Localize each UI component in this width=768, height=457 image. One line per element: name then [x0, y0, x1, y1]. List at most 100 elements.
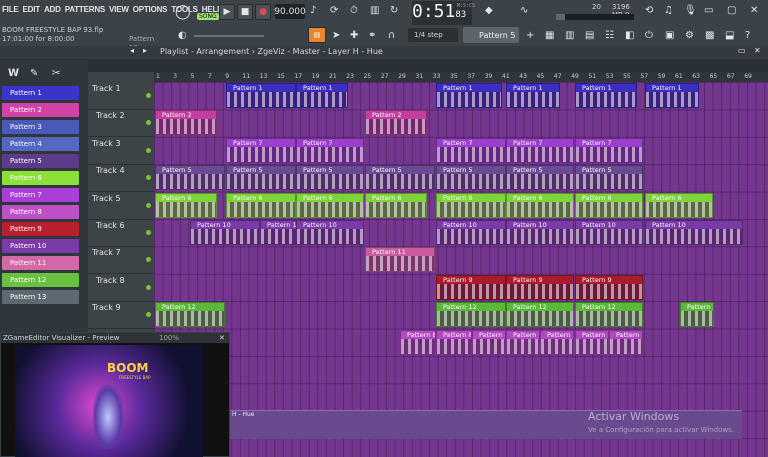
pattern-clip[interactable]: Pattern 6	[296, 192, 364, 218]
pattern-clip[interactable]: Pattern 10	[575, 220, 643, 245]
pattern-clip[interactable]: Pattern 8	[609, 329, 643, 355]
picker-tools-icon[interactable]: 𝗪	[8, 68, 19, 79]
pattern-clip[interactable]: Pattern 6	[645, 192, 713, 218]
track-mute-led[interactable]	[146, 175, 151, 181]
pattern-clip[interactable]: Pattern 5	[575, 165, 643, 191]
pattern-clip[interactable]: Pattern 9	[436, 274, 506, 300]
track-mute-led[interactable]	[146, 257, 151, 263]
picker-item[interactable]: Pattern 10	[2, 239, 79, 253]
pattern-clip[interactable]: Pattern 12	[436, 302, 506, 328]
track-header[interactable]: Track 3	[88, 137, 154, 165]
pattern-clip[interactable]: Pattern 7	[226, 137, 296, 163]
pattern-clip[interactable]: Pattern 5	[365, 165, 435, 191]
stop-button[interactable]: ■	[237, 4, 253, 20]
pattern-clip[interactable]: Pattern 8	[506, 329, 540, 355]
performance-icon[interactable]: ⚙	[685, 30, 694, 41]
pattern-clip[interactable]: Pattern 12	[155, 302, 225, 328]
countdown-icon[interactable]: ⏱	[350, 5, 358, 16]
master-volume-knob-icon[interactable]: ◯	[175, 4, 191, 20]
magnet-icon[interactable]: ∩	[388, 30, 395, 41]
menu-item-patterns[interactable]: PATTERNS	[65, 5, 106, 14]
close-icon[interactable]: ✕	[750, 5, 758, 16]
playlist-minimize-icon[interactable]: ▭	[738, 46, 746, 55]
pattern-clip[interactable]: Pattern 2	[365, 110, 427, 136]
track-mute-led[interactable]	[146, 202, 151, 208]
menu-item-options[interactable]: OPTIONS	[133, 5, 168, 14]
metronome-icon[interactable]: ♪	[310, 5, 316, 16]
typing-keyboard-button[interactable]: ▤	[308, 27, 326, 43]
browser-icon[interactable]: ◧	[625, 30, 634, 41]
track-header[interactable]: Track 5	[88, 192, 154, 220]
pattern-clip[interactable]: Pattern 1	[296, 83, 348, 108]
pattern-clip[interactable]: Pattern 5	[155, 165, 225, 191]
song-position-clock[interactable]: 0:5183 M:S:CS	[412, 1, 475, 25]
wait-input-icon[interactable]: ⟳	[330, 5, 338, 16]
pattern-clip[interactable]: Pattern 8	[436, 329, 472, 355]
pattern-clip[interactable]: Pattern 6	[155, 192, 217, 218]
pattern-clip[interactable]: Pattern 2	[155, 110, 217, 136]
pattern-clip[interactable]: Pattern 1	[506, 83, 560, 108]
pattern-clip[interactable]: Pattern 12	[680, 302, 714, 328]
pattern-clip[interactable]: Pattern 12	[575, 302, 643, 328]
pattern-clip[interactable]: Pattern 11	[365, 247, 435, 273]
picker-item[interactable]: Pattern 11	[2, 256, 79, 270]
blend-notes-icon[interactable]: ✚	[350, 30, 358, 41]
tempo-display[interactable]: 90.000	[274, 4, 306, 19]
pattern-clip[interactable]: Pattern 10	[436, 220, 506, 245]
mixer-icon[interactable]: ☷	[605, 30, 614, 41]
visualizer-close-icon[interactable]: ✕	[219, 333, 225, 343]
render-icon[interactable]: ⬓	[725, 30, 734, 41]
playlist-icon[interactable]: ▦	[545, 30, 554, 41]
piano-roll-icon[interactable]: ▥	[565, 30, 574, 41]
chevron-right-icon[interactable]: ▸	[143, 46, 147, 55]
help-icon[interactable]: ?	[745, 30, 750, 41]
track-mute-led[interactable]	[146, 230, 151, 235]
master-pitch-icon[interactable]: ◐	[178, 30, 187, 41]
pattern-clip[interactable]: Pattern 7	[436, 137, 506, 163]
track-header[interactable]: Track 4	[88, 164, 154, 193]
pattern-clip[interactable]: Pattern 12	[506, 302, 574, 328]
play-button[interactable]: ▶	[219, 4, 235, 20]
playlist-grid[interactable]: Pattern 1 Pattern 1 Pattern 1 Pattern 1 Patt…	[154, 82, 768, 457]
track-header[interactable]: Track 1	[88, 82, 154, 110]
menu-item-view[interactable]: VIEW	[109, 5, 129, 14]
track-mute-led[interactable]	[146, 120, 151, 126]
track-mute-led[interactable]	[146, 284, 151, 290]
menu-item-edit[interactable]: EDIT	[23, 5, 41, 14]
pattern-clip[interactable]: Pattern 8	[540, 329, 574, 355]
pattern-clip[interactable]: Pattern 5	[226, 165, 296, 191]
pattern-clip[interactable]: Pattern 6	[365, 192, 427, 218]
add-pattern-icon[interactable]: +	[526, 30, 534, 41]
track-header[interactable]: Track 6	[88, 219, 154, 247]
pattern-clip[interactable]: Pattern 1	[575, 83, 637, 108]
track-header[interactable]: Track 9	[88, 301, 154, 330]
pattern-clip[interactable]: Pattern 1	[436, 83, 502, 108]
pattern-clip[interactable]: Pattern 10	[645, 220, 743, 245]
project-icon[interactable]: ▣	[665, 30, 674, 41]
picker-item[interactable]: Pattern 9	[2, 222, 79, 236]
pattern-clip[interactable]: Pattern 10	[506, 220, 574, 245]
picker-item[interactable]: Pattern 2	[2, 103, 79, 117]
microphone-icon[interactable]: 🎙	[684, 5, 697, 16]
cpu-icon[interactable]: ▩	[705, 30, 714, 41]
pattern-clip[interactable]: Pattern 5	[296, 165, 364, 191]
pattern-clip[interactable]: Pattern 9	[575, 274, 643, 300]
pattern-clip[interactable]: Pattern 7	[506, 137, 574, 163]
pattern-clip[interactable]: Pattern 1	[226, 83, 296, 108]
pattern-clip[interactable]: Pattern 6	[226, 192, 296, 218]
playlist-close-icon[interactable]: ✕	[754, 46, 761, 55]
pattern-clip[interactable]: Pattern 7	[296, 137, 364, 163]
maximize-icon[interactable]: ▢	[727, 5, 736, 16]
picker-item[interactable]: Pattern 5	[2, 154, 79, 168]
track-header[interactable]: Track 8	[88, 274, 154, 302]
record-button[interactable]: ●	[255, 4, 271, 20]
track-mute-led[interactable]	[146, 147, 151, 153]
pointer-tool-icon[interactable]: ➤	[332, 30, 340, 41]
picker-cut-icon[interactable]: ✂	[52, 68, 60, 79]
picker-item[interactable]: Pattern 1	[2, 86, 79, 100]
pattern-clip[interactable]: Pattern 8	[472, 329, 506, 355]
pattern-clip[interactable]: Pattern 8	[400, 329, 436, 355]
picker-item[interactable]: Pattern 12	[2, 273, 79, 287]
track-mute-led[interactable]	[146, 93, 151, 98]
pattern-clip[interactable]: Pattern 7	[575, 137, 643, 163]
